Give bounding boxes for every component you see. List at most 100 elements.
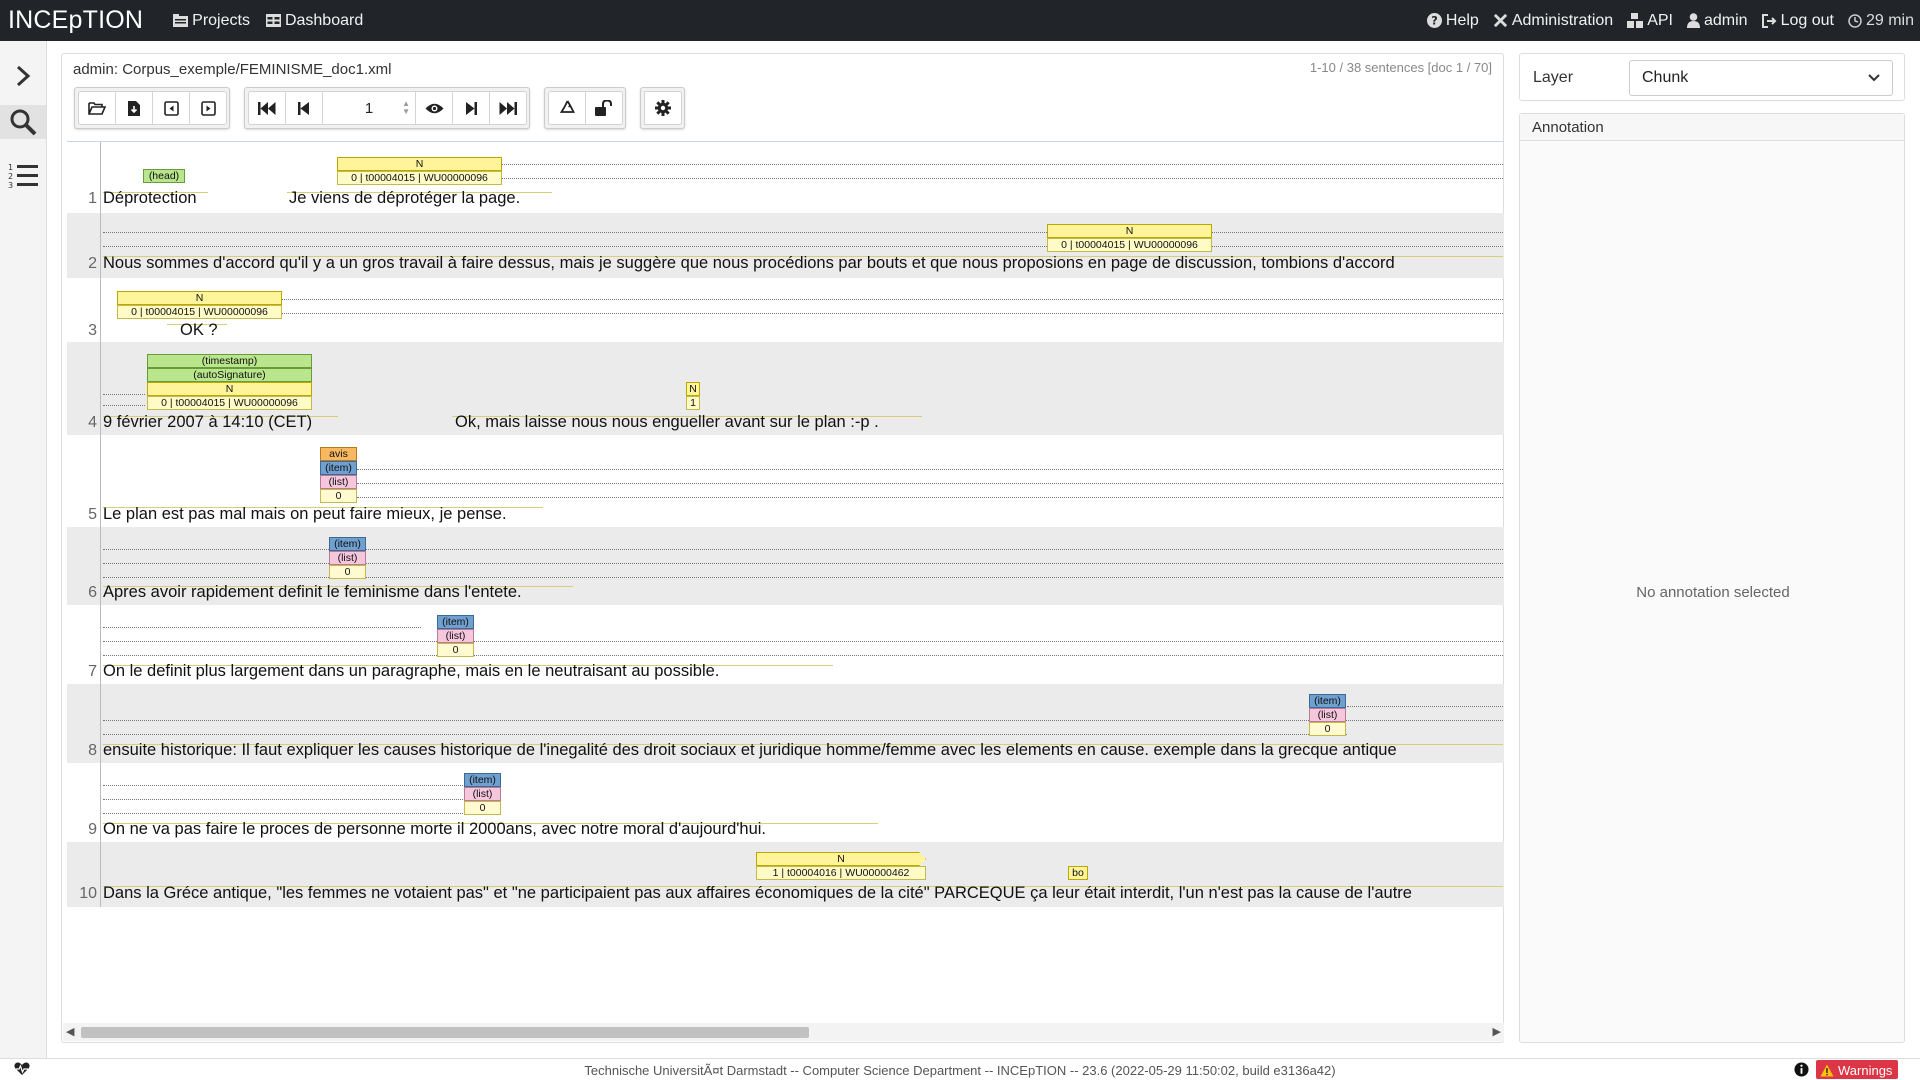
- annotation-label-list[interactable]: (list): [329, 551, 366, 565]
- annotation-label-item[interactable]: (item): [320, 461, 357, 475]
- outline-sidebar-button[interactable]: 123: [6, 158, 40, 192]
- annotation-label-item[interactable]: (item): [464, 773, 501, 787]
- state-toolbar-group: [544, 87, 626, 129]
- annotation-label-index[interactable]: 0: [437, 643, 474, 657]
- next-document-button[interactable]: [189, 91, 227, 125]
- preferences-button[interactable]: [644, 91, 682, 125]
- sentence-text[interactable]: Je viens de déprotéger la page.: [289, 189, 520, 208]
- toggle-visibility-button[interactable]: [415, 91, 453, 125]
- info-circle-icon[interactable]: [1794, 1062, 1809, 1077]
- annotation-label-n[interactable]: N: [147, 382, 312, 396]
- nav-dashboard[interactable]: Dashboard: [265, 12, 363, 30]
- annotation-label-item[interactable]: (item): [1309, 694, 1346, 708]
- annotation-label-id[interactable]: 1 | t00004016 | WU00000462: [756, 866, 926, 880]
- annotation-editor[interactable]: (head) N 0 | t00004015 | WU00000096 1 Dé…: [67, 141, 1504, 909]
- page-number-spinner[interactable]: ▲ ▼: [402, 100, 410, 116]
- horizontal-scrollbar[interactable]: ◀ ▶: [63, 1023, 1504, 1041]
- nav-api[interactable]: API: [1627, 12, 1673, 30]
- sentence-number: 10: [79, 885, 97, 902]
- fast-backward-icon: [258, 101, 276, 115]
- sentence-text[interactable]: Dans la Gréce antique, "les femmes ne vo…: [103, 884, 1412, 903]
- page-number-input[interactable]: 1 ▲ ▼: [322, 91, 416, 125]
- first-page-button[interactable]: [248, 91, 286, 125]
- nav-help[interactable]: ? Help: [1426, 11, 1479, 30]
- annotation-label-avis[interactable]: avis: [320, 447, 357, 461]
- annotation-label-list[interactable]: (list): [464, 787, 501, 801]
- folder-icon: [173, 14, 189, 27]
- sentence-text[interactable]: 9 février 2007 à 14:10 (CET): [103, 413, 312, 432]
- layer-select[interactable]: Chunk: [1629, 60, 1893, 96]
- last-page-button[interactable]: [489, 91, 527, 125]
- scrollbar-thumb[interactable]: [81, 1027, 809, 1038]
- span-connector: [357, 483, 1504, 484]
- export-document-button[interactable]: [115, 91, 153, 125]
- sentence-text[interactable]: Déprotection: [103, 189, 197, 208]
- sentence-text[interactable]: Apres avoir rapidement definit le femini…: [103, 583, 522, 602]
- annotation-label-autosignature[interactable]: (autoSignature): [147, 368, 312, 382]
- sentence-text[interactable]: On le definit plus largement dans un par…: [103, 662, 719, 681]
- annotation-label-index[interactable]: 0: [329, 565, 366, 579]
- annotation-label-head[interactable]: (head): [143, 169, 185, 183]
- annotation-label-list[interactable]: (list): [437, 629, 474, 643]
- sentence-text[interactable]: On ne va pas faire le proces de personne…: [103, 820, 766, 839]
- chevron-down-icon: [1868, 74, 1880, 82]
- settings-toolbar-group: [640, 87, 685, 129]
- open-document-button[interactable]: [78, 91, 116, 125]
- sentence-row: N 0 | t00004015 | WU00000096 3 OK ?: [67, 278, 1504, 342]
- annotation-label-list[interactable]: (list): [320, 475, 357, 489]
- annotation-label-id[interactable]: 0 | t00004015 | WU00000096: [147, 396, 312, 410]
- next-page-button[interactable]: [452, 91, 490, 125]
- annotation-label-index[interactable]: 1: [686, 396, 700, 410]
- annotation-label-n[interactable]: N: [337, 157, 502, 171]
- annotation-label-item[interactable]: (item): [437, 615, 474, 629]
- step-forward-icon: [466, 101, 477, 115]
- span-connector: [422, 178, 1504, 179]
- search-icon: [10, 109, 37, 136]
- page-number-value: 1: [364, 99, 374, 117]
- span-connector: [282, 299, 1504, 300]
- right-sidebar: Layer Chunk Annotation No annotation sel…: [1519, 53, 1905, 1043]
- annotation-label-item[interactable]: (item): [329, 537, 366, 551]
- scroll-right-arrow-icon[interactable]: ▶: [1493, 1025, 1501, 1038]
- scroll-left-arrow-icon[interactable]: ◀: [66, 1025, 74, 1038]
- nav-logout[interactable]: Log out: [1761, 12, 1834, 30]
- brand-logo[interactable]: INCEpTION: [8, 6, 143, 35]
- sentence-text[interactable]: OK ?: [180, 321, 218, 340]
- gutter-line: [100, 342, 101, 435]
- span-connector: [103, 655, 1504, 656]
- sentence-text[interactable]: Ok, mais laisse nous nous engueller avan…: [455, 413, 879, 432]
- gutter-line: [100, 278, 101, 342]
- toggle-lock-button[interactable]: [585, 91, 623, 125]
- previous-document-button[interactable]: [152, 91, 190, 125]
- sentence-number: 6: [88, 584, 97, 601]
- annotation-label-list[interactable]: (list): [1309, 708, 1346, 722]
- annotation-label-timestamp[interactable]: (timestamp): [147, 354, 312, 368]
- annotation-label-bo[interactable]: bo: [1068, 866, 1088, 880]
- sentence-number: 3: [88, 322, 97, 339]
- nav-help-label: Help: [1445, 11, 1479, 29]
- annotation-label-index[interactable]: 0: [320, 489, 357, 503]
- sentence-text[interactable]: ensuite historique: Il faut expliquer le…: [103, 741, 1397, 760]
- svg-text:1: 1: [8, 163, 13, 172]
- nav-administration[interactable]: Administration: [1493, 12, 1613, 30]
- annotation-label-id[interactable]: 0 | t00004015 | WU00000096: [337, 171, 502, 185]
- annotation-label-id[interactable]: 0 | t00004015 | WU00000096: [1047, 238, 1212, 252]
- warnings-button[interactable]: Warnings: [1816, 1060, 1899, 1079]
- annotation-label-n[interactable]: N: [1047, 224, 1212, 238]
- expand-sidebar-button[interactable]: [6, 59, 40, 93]
- nav-projects[interactable]: Projects: [173, 12, 250, 30]
- nav-user[interactable]: admin: [1687, 12, 1748, 30]
- annotation-label-n[interactable]: N: [686, 382, 700, 396]
- previous-page-button[interactable]: [285, 91, 323, 125]
- annotation-label-n[interactable]: N: [117, 291, 282, 305]
- sentence-text[interactable]: Le plan est pas mal mais on peut faire m…: [103, 505, 507, 524]
- annotation-label-index[interactable]: 0: [1309, 722, 1346, 736]
- search-sidebar-button[interactable]: [0, 105, 46, 139]
- sentence-number: 2: [88, 255, 97, 272]
- annotation-label-index[interactable]: 0: [464, 801, 501, 815]
- sentence-text[interactable]: Nous sommes d'accord qu'il y a un gros t…: [103, 254, 1395, 273]
- reset-document-button[interactable]: [548, 91, 586, 125]
- annotation-label-n[interactable]: N: [756, 852, 926, 866]
- span-connector: [357, 497, 1504, 498]
- annotation-label-id[interactable]: 0 | t00004015 | WU00000096: [117, 305, 282, 319]
